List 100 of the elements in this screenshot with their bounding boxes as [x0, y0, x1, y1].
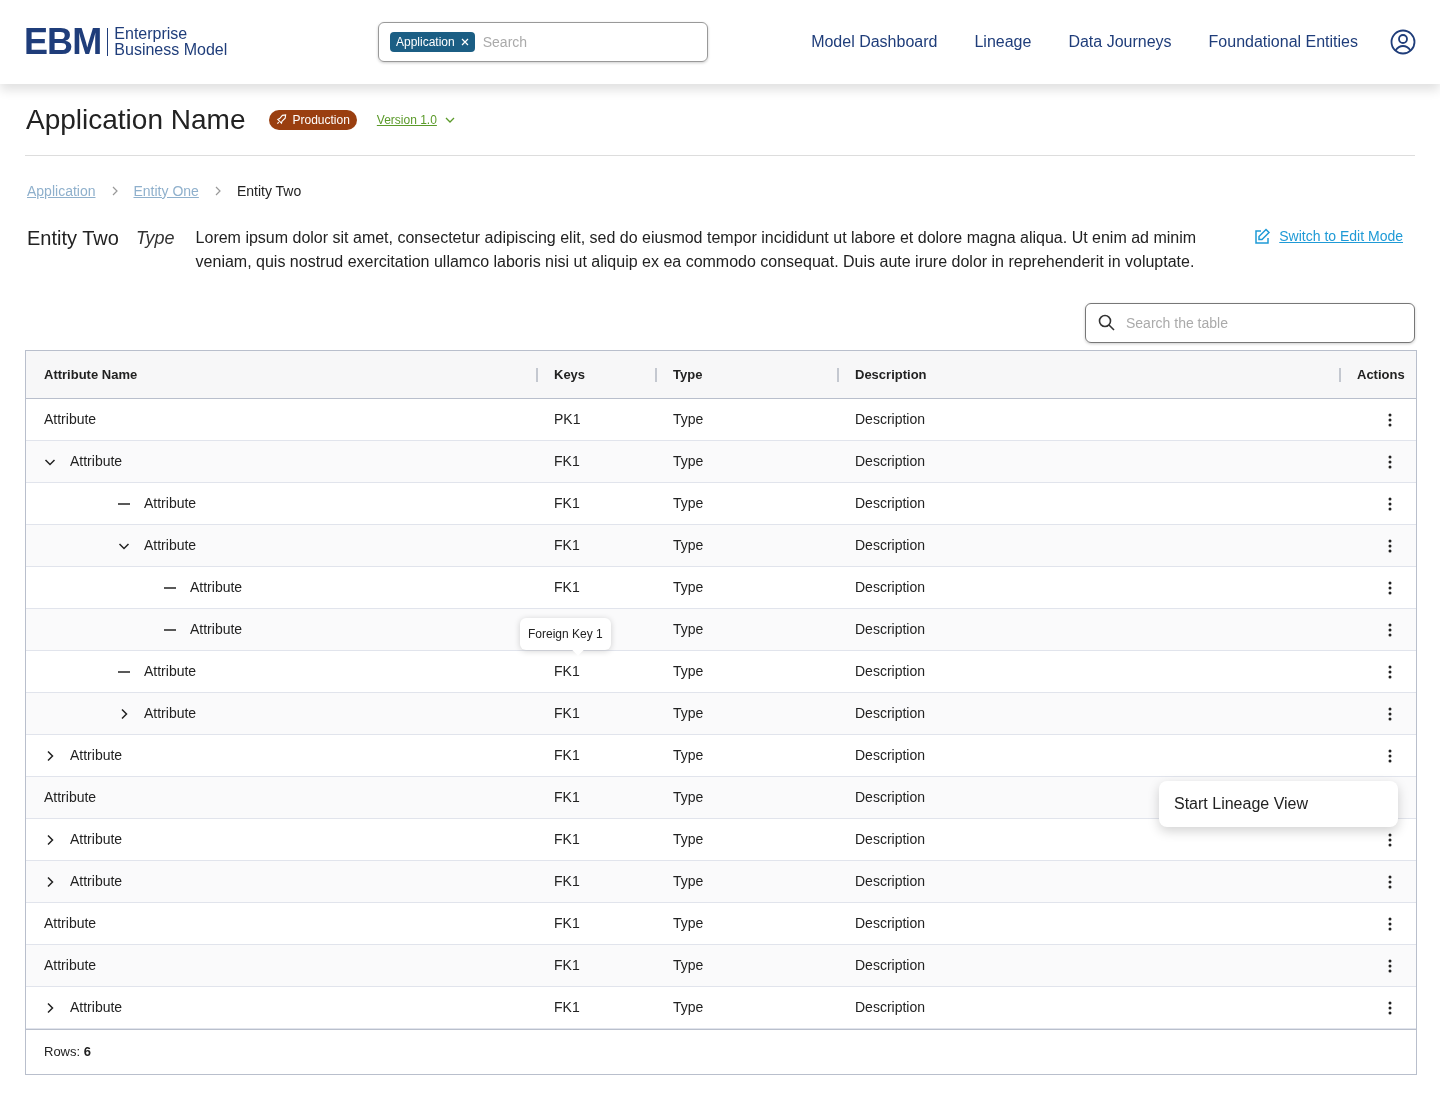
description-cell: Description: [855, 915, 926, 931]
table-search-field[interactable]: Search the table: [1085, 303, 1415, 343]
more-icon[interactable]: [1388, 832, 1392, 847]
more-icon[interactable]: [1388, 580, 1392, 595]
key-cell: FK1: [554, 747, 580, 763]
description-cell: Description: [855, 705, 926, 721]
more-icon[interactable]: [1388, 412, 1392, 427]
rocket-icon: [276, 114, 288, 125]
type-cell: Type: [673, 957, 704, 973]
key-cell: PK1: [554, 411, 581, 427]
edit-icon: [1253, 227, 1272, 246]
more-icon[interactable]: [1388, 706, 1392, 721]
search-icon: [1098, 314, 1115, 331]
attribute-name: Attribute: [190, 620, 243, 639]
key-cell: FK1: [554, 873, 580, 889]
search-field[interactable]: Application Search: [378, 22, 708, 62]
description-cell: Description: [855, 579, 926, 595]
logo-mark: EBM: [24, 24, 102, 60]
attribute-name: Attribute: [44, 788, 97, 807]
more-icon[interactable]: [1388, 622, 1392, 637]
dash-icon: [164, 586, 176, 589]
entity-description: Lorem ipsum dolor sit amet, consectetur adipiscing elit, sed do eiusmod tempor incididunt ut labore et dolore magna aliqua. Ut enim ad minim veniam, quis nostrud exercitation ullamco laboris nisi ut aliquip ex ea commodo consequat. Duis aute irure dolor in reprehenderit in voluptate.: [195, 228, 1198, 272]
more-icon[interactable]: [1388, 538, 1392, 553]
type-cell: Type: [673, 453, 704, 469]
attribute-name: Attribute: [70, 998, 123, 1017]
column-header[interactable]: Actions: [1357, 364, 1405, 385]
attribute-name: Attribute: [144, 536, 197, 555]
dash-icon: [118, 502, 130, 505]
more-icon[interactable]: [1388, 958, 1392, 973]
chevron-right-icon: [214, 186, 221, 196]
attribute-name: Attribute: [44, 410, 97, 429]
description-cell: Description: [855, 999, 926, 1015]
column-header[interactable]: Attribute Name: [44, 364, 138, 385]
type-cell: Type: [673, 411, 704, 427]
description-cell: Description: [855, 957, 926, 973]
more-icon[interactable]: [1388, 496, 1392, 511]
description-cell: Description: [855, 873, 926, 889]
dash-icon: [118, 670, 130, 673]
attribute-name: Attribute: [44, 956, 97, 975]
type-cell: Type: [673, 747, 704, 763]
type-cell: Type: [673, 621, 704, 637]
page-title: Application Name: [26, 102, 246, 137]
nav-link[interactable]: Data Journeys: [1068, 30, 1172, 54]
user-icon[interactable]: [1390, 29, 1416, 55]
type-cell: Type: [673, 579, 704, 595]
key-cell: FK1: [554, 453, 580, 469]
nav-link[interactable]: Lineage: [974, 30, 1032, 54]
version-dropdown[interactable]: Version 1.0: [376, 110, 455, 129]
description-cell: Description: [855, 831, 926, 847]
type-cell: Type: [673, 663, 704, 679]
key-cell: FK1: [554, 663, 580, 679]
description-cell: Description: [855, 663, 926, 679]
attribute-name: Attribute: [144, 662, 197, 681]
more-icon[interactable]: [1388, 748, 1392, 763]
key-cell: FK1: [554, 495, 580, 511]
more-icon[interactable]: [1388, 916, 1392, 931]
attribute-name: Attribute: [70, 452, 123, 471]
description-cell: Description: [855, 747, 926, 763]
nav-link[interactable]: Model Dashboard: [811, 30, 938, 54]
breadcrumb-current: Entity Two: [236, 181, 302, 201]
key-cell: FK1: [554, 537, 580, 553]
row-count: Rows: 6: [44, 1043, 91, 1062]
type-cell: Type: [673, 999, 704, 1015]
logo-text: Business Model: [114, 42, 228, 58]
more-icon[interactable]: [1388, 874, 1392, 889]
column-header[interactable]: Keys: [554, 364, 586, 385]
tooltip: Foreign Key 1: [520, 617, 611, 650]
description-cell: Description: [855, 537, 926, 553]
description-cell: Description: [855, 453, 926, 469]
more-icon[interactable]: [1388, 664, 1392, 679]
key-cell: FK1: [554, 999, 580, 1015]
key-cell: FK1: [554, 705, 580, 721]
column-header[interactable]: Description: [855, 364, 927, 385]
more-icon[interactable]: [1388, 1000, 1392, 1015]
attribute-name: Attribute: [70, 830, 123, 849]
attribute-name: Attribute: [70, 872, 123, 891]
status-badge: Production: [269, 109, 357, 130]
key-cell: FK1: [554, 579, 580, 595]
menu-item[interactable]: Start Lineage View: [1159, 792, 1398, 816]
key-cell: FK1: [554, 957, 580, 973]
column-header[interactable]: Type: [673, 364, 703, 385]
nav-link[interactable]: Foundational Entities: [1208, 30, 1358, 54]
filter-chip[interactable]: Application: [390, 32, 475, 52]
type-cell: Type: [673, 873, 704, 889]
entity-type: Type: [135, 227, 175, 250]
type-cell: Type: [673, 789, 704, 805]
attribute-name: Attribute: [144, 704, 197, 723]
attribute-name: Attribute: [44, 914, 97, 933]
type-cell: Type: [673, 537, 704, 553]
attribute-name: Attribute: [190, 578, 243, 597]
chevron-right-icon: [111, 186, 118, 196]
dash-icon: [164, 628, 176, 631]
type-cell: Type: [673, 705, 704, 721]
type-cell: Type: [673, 495, 704, 511]
close-icon[interactable]: [460, 38, 469, 46]
more-icon[interactable]: [1388, 454, 1392, 469]
description-cell: Description: [855, 495, 926, 511]
entity-name: Entity Two: [27, 226, 119, 251]
key-cell: FK1: [554, 915, 580, 931]
logo-text: Enterprise: [114, 26, 188, 42]
